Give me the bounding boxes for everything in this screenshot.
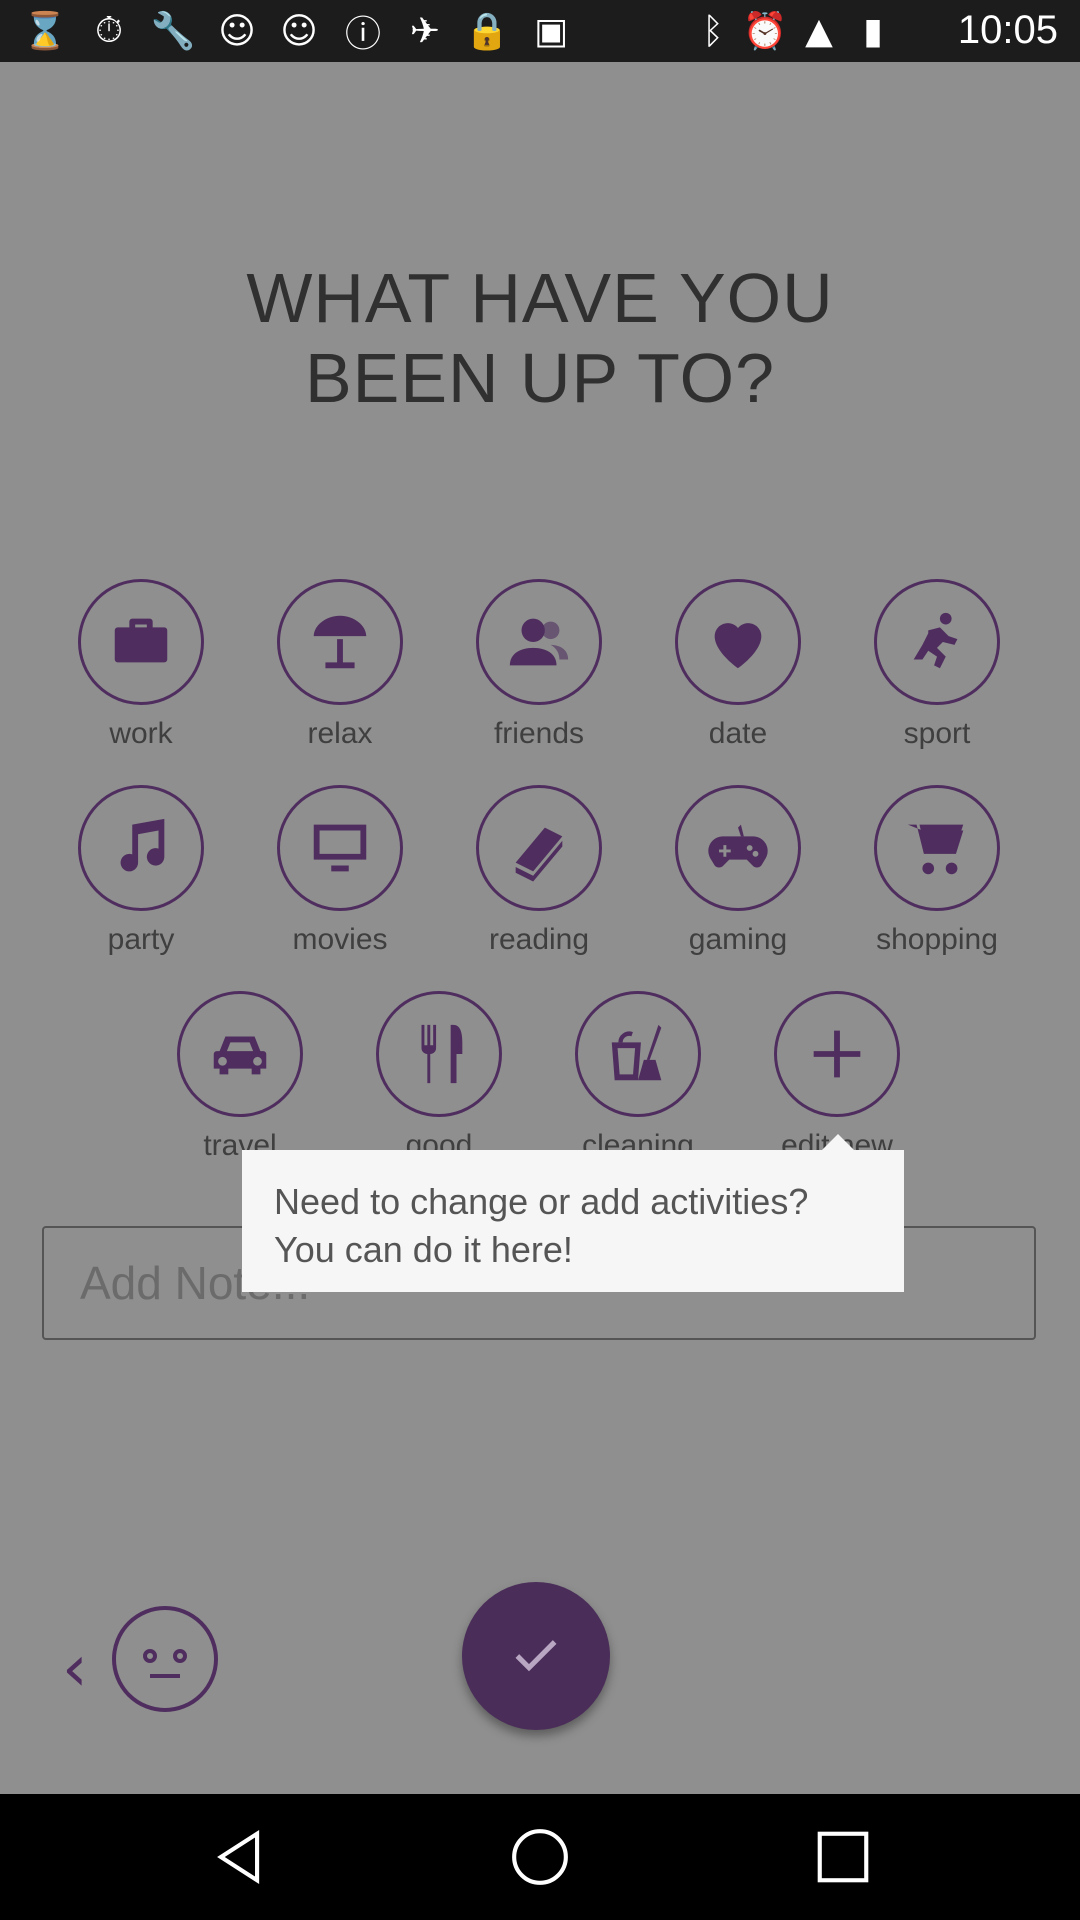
activity-friends-button[interactable] (476, 579, 602, 705)
activity-gaming[interactable]: gaming (668, 785, 808, 957)
info-icon: ⓘ (344, 14, 381, 55)
alarm-icon: ⏰ (742, 11, 788, 52)
confirm-button[interactable] (462, 1582, 610, 1730)
activity-label: work (109, 717, 173, 750)
activity-sport[interactable]: sport (867, 579, 1007, 751)
activity-gaming-button[interactable] (675, 785, 801, 911)
activity-label: friends (493, 717, 585, 750)
activity-good-meal-button[interactable] (376, 991, 502, 1117)
activity-sport-button[interactable] (874, 579, 1000, 705)
cleaning-icon (611, 1024, 662, 1081)
back-chevron-icon[interactable]: ‹ (62, 1632, 88, 1706)
activity-label: gaming (688, 923, 788, 956)
activity-work-button[interactable] (78, 579, 204, 705)
activity-work[interactable]: work (71, 579, 211, 751)
battery-icon: ▮ (863, 10, 883, 52)
activity-shopping-button[interactable] (874, 785, 1000, 911)
stopwatch-icon: ⏱ (94, 10, 124, 51)
lock-icon: 🔒 (464, 11, 510, 52)
activity-label: relax (307, 717, 373, 750)
umbrella-icon (313, 615, 367, 669)
activity-label: movies (292, 923, 388, 956)
activity-relax[interactable]: relax (270, 579, 410, 751)
activity-shopping[interactable]: shopping (867, 785, 1007, 957)
activity-date[interactable]: date (668, 579, 808, 751)
wrench-icon: 🔧 (150, 11, 196, 52)
activity-label: reading (488, 923, 590, 956)
activity-reading-button[interactable] (476, 785, 602, 911)
nav-back-icon[interactable] (208, 1826, 270, 1888)
nav-recents-icon[interactable] (812, 1826, 874, 1888)
activity-party[interactable]: party (71, 785, 211, 957)
plus-icon (813, 1030, 861, 1078)
title-line-2: BEEN UP TO? (304, 339, 776, 417)
activity-reading[interactable]: reading (469, 785, 609, 957)
gamepad-icon (708, 824, 768, 868)
mood-face-button[interactable] (112, 1606, 218, 1712)
activity-label: date (708, 717, 768, 750)
cutlery-icon (421, 1024, 463, 1084)
status-bar: ⌛ ⏱ 🔧 ☺ ☺ ⓘ ✈ 🔒 ▣ ᛒ ⏰ ▲ ▮ 10:05 (0, 0, 1080, 62)
hourglass-icon: ⌛ (22, 11, 68, 52)
android-icon: ▣ (533, 10, 568, 52)
car-icon (213, 1036, 267, 1075)
activity-travel[interactable]: travel (170, 991, 310, 1163)
activity-relax-button[interactable] (277, 579, 403, 705)
music-note-icon (120, 818, 165, 872)
navigation-bar (0, 1794, 1080, 1920)
tooltip-line-2: You can do it here! (274, 1229, 573, 1270)
smiley-icon: ☺ (218, 10, 256, 52)
bluetooth-icon: ᛒ (702, 10, 724, 52)
book-icon (515, 827, 563, 882)
title-line-1: WHAT HAVE YOU (246, 259, 834, 337)
activity-travel-button[interactable] (177, 991, 303, 1117)
signal-icon: ▲ (805, 10, 833, 52)
neutral-face-icon (143, 1649, 187, 1678)
checkmark-icon (515, 1640, 557, 1672)
tooltip-line-1: Need to change or add activities? (274, 1181, 809, 1222)
activity-label: party (107, 923, 175, 956)
runner-icon (913, 612, 958, 669)
activity-party-button[interactable] (78, 785, 204, 911)
activity-movies-button[interactable] (277, 785, 403, 911)
heart-icon (714, 623, 762, 669)
nav-home-icon[interactable] (509, 1826, 571, 1888)
activity-cleaning-button[interactable] (575, 991, 701, 1117)
monitor-icon (313, 824, 367, 872)
page-title: WHAT HAVE YOU BEEN UP TO? (0, 258, 1080, 418)
activity-friends[interactable]: friends (469, 579, 609, 751)
activity-movies[interactable]: movies (270, 785, 410, 957)
activity-date-button[interactable] (675, 579, 801, 705)
cart-icon (907, 824, 964, 875)
activity-edit-new-button[interactable] (774, 991, 900, 1117)
activity-label: sport (903, 717, 971, 750)
clock-time: 10:05 (957, 8, 1058, 52)
activity-cleaning[interactable]: cleaning (568, 991, 708, 1163)
briefcase-icon (114, 618, 168, 663)
friends-icon (509, 618, 569, 666)
tooltip-popup[interactable]: Need to change or add activities? You ca… (242, 1150, 904, 1292)
activity-label: shopping (876, 923, 998, 956)
satellite-icon: ✈ (409, 10, 441, 52)
smiley-icon: ☺ (280, 10, 318, 52)
